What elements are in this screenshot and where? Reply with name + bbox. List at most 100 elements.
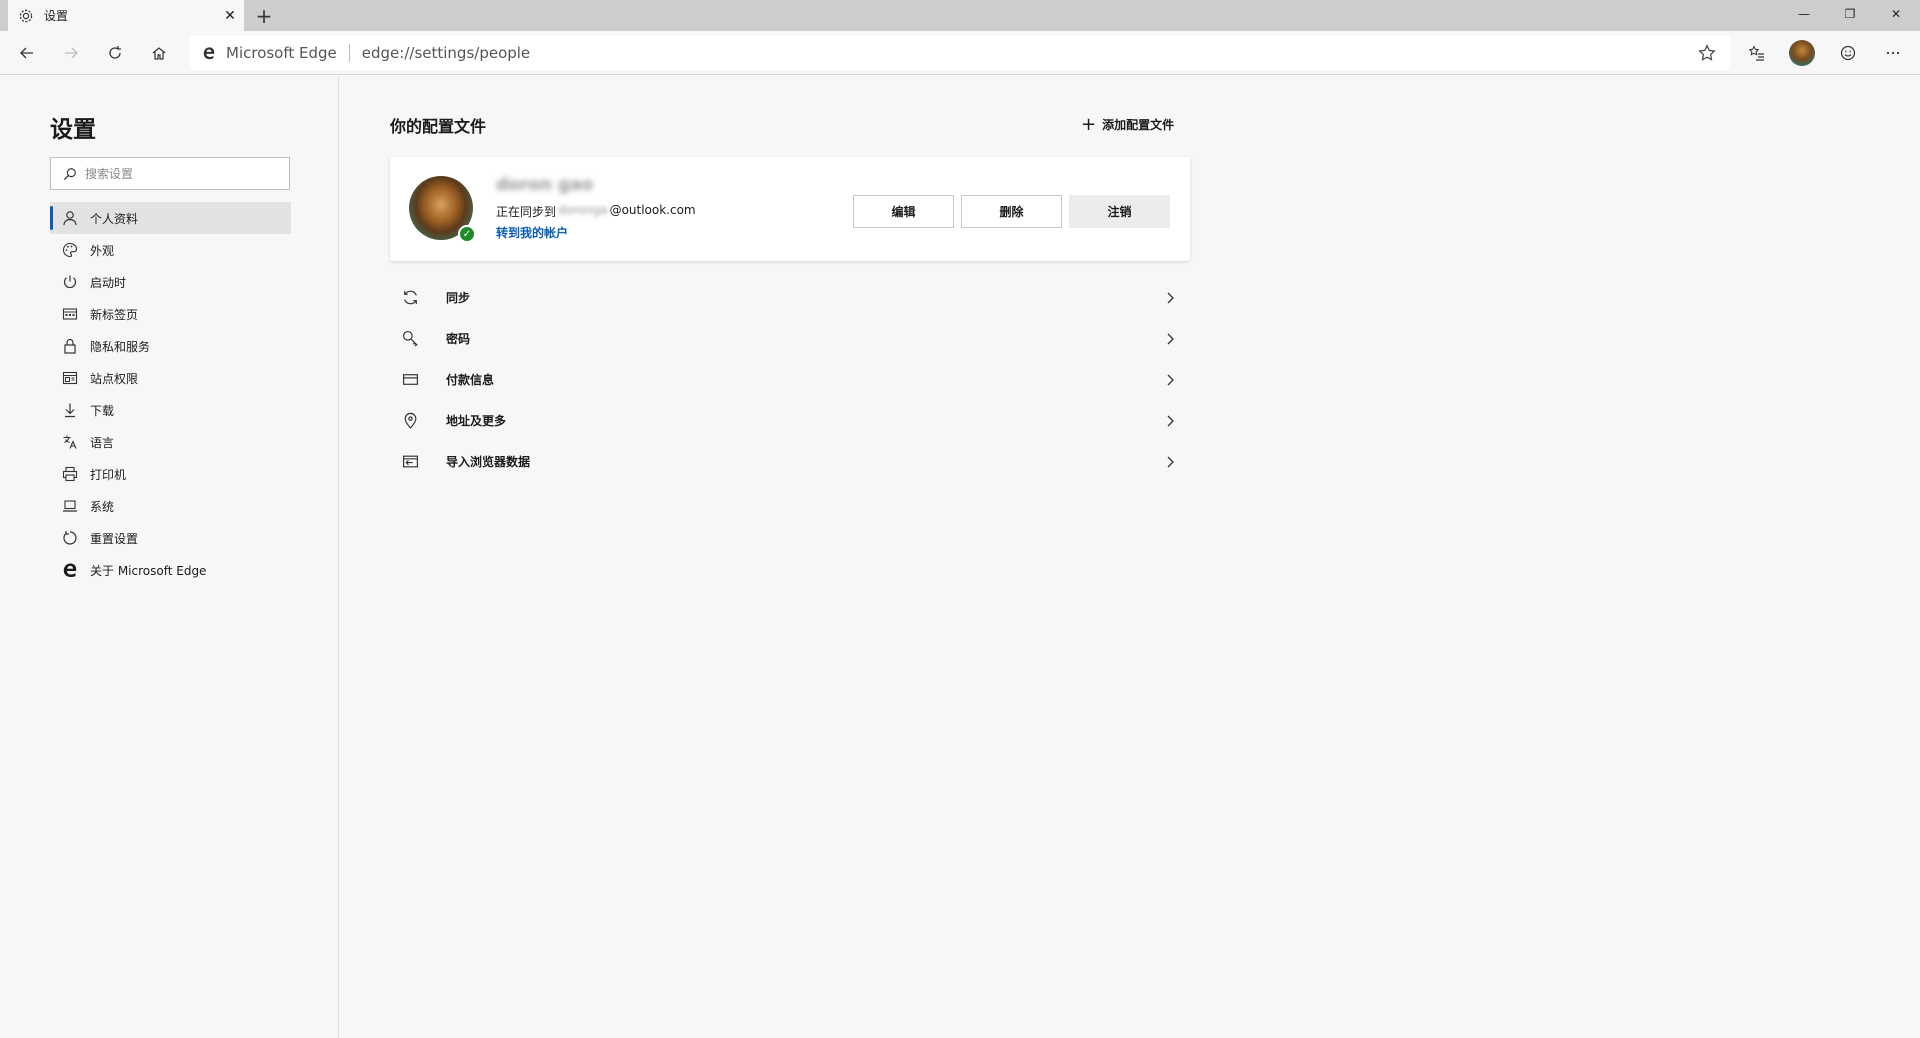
main-content: 你的配置文件 + 添加配置文件 ✓ doron gao 正在同步到 dorong… bbox=[340, 76, 1920, 1038]
site-permissions-icon bbox=[62, 370, 78, 386]
sidebar-item-label: 重置设置 bbox=[90, 531, 139, 546]
ellipsis-icon bbox=[1886, 51, 1900, 55]
settings-sidebar: 设置 搜索设置 个人资料 外观 启动时 新标签页 隐私和服务 站点权限 下载 语… bbox=[0, 76, 339, 1038]
forward-button[interactable] bbox=[56, 38, 86, 68]
sidebar-item-on-startup[interactable]: 启动时 bbox=[50, 266, 291, 298]
sidebar-nav: 个人资料 外观 启动时 新标签页 隐私和服务 站点权限 下载 语言 打印机 系统… bbox=[50, 202, 291, 586]
sidebar-item-privacy[interactable]: 隐私和服务 bbox=[50, 330, 291, 362]
chevron-right-icon bbox=[1162, 454, 1178, 470]
sign-out-button[interactable]: 注销 bbox=[1069, 195, 1170, 228]
page-title: 你的配置文件 bbox=[390, 117, 487, 136]
new-tab-page-icon bbox=[62, 306, 78, 322]
add-profile-label: 添加配置文件 bbox=[1102, 118, 1175, 132]
refresh-button[interactable] bbox=[100, 38, 130, 68]
profile-name: doron gao bbox=[496, 175, 594, 195]
tab-title: 设置 bbox=[44, 9, 69, 23]
back-button[interactable] bbox=[12, 38, 42, 68]
power-icon bbox=[62, 274, 78, 290]
person-icon bbox=[62, 210, 78, 226]
smiley-icon bbox=[1840, 45, 1856, 61]
location-icon bbox=[400, 411, 420, 431]
arrow-left-icon bbox=[20, 47, 33, 59]
chevron-right-icon bbox=[1162, 413, 1178, 429]
reset-icon bbox=[62, 530, 78, 546]
favorite-star-icon[interactable] bbox=[1698, 44, 1716, 62]
sidebar-item-label: 打印机 bbox=[90, 467, 127, 482]
list-item-passwords[interactable]: 密码 bbox=[390, 318, 1190, 359]
sidebar-item-new-tab-page[interactable]: 新标签页 bbox=[50, 298, 291, 330]
list-item-label: 密码 bbox=[446, 332, 471, 346]
list-item-import-data[interactable]: 导入浏览器数据 bbox=[390, 441, 1190, 482]
palette-icon bbox=[62, 242, 78, 258]
chevron-right-icon bbox=[1162, 372, 1178, 388]
site-name: Microsoft Edge bbox=[226, 44, 337, 62]
sidebar-title: 设置 bbox=[50, 117, 96, 143]
sidebar-item-label: 站点权限 bbox=[90, 371, 139, 386]
sidebar-item-about[interactable]: 关于 Microsoft Edge bbox=[50, 554, 291, 586]
refresh-icon bbox=[109, 46, 121, 59]
favorites-button[interactable] bbox=[1742, 38, 1772, 68]
new-tab-button[interactable]: + bbox=[250, 2, 278, 30]
list-item-label: 付款信息 bbox=[446, 373, 495, 387]
sidebar-item-site-permissions[interactable]: 站点权限 bbox=[50, 362, 291, 394]
sidebar-item-downloads[interactable]: 下载 bbox=[50, 394, 291, 426]
sidebar-item-label: 新标签页 bbox=[90, 307, 139, 322]
list-item-payment-info[interactable]: 付款信息 bbox=[390, 359, 1190, 400]
tab-strip: 设置 ✕ + — ❐ ✕ bbox=[0, 0, 1920, 31]
minimize-button[interactable]: — bbox=[1782, 0, 1826, 28]
gear-icon bbox=[18, 8, 34, 24]
lock-icon bbox=[62, 338, 78, 354]
laptop-icon bbox=[62, 498, 78, 514]
close-tab-icon[interactable]: ✕ bbox=[216, 2, 244, 30]
sidebar-item-printers[interactable]: 打印机 bbox=[50, 458, 291, 490]
card-icon bbox=[400, 370, 420, 390]
edit-button[interactable]: 编辑 bbox=[853, 195, 954, 228]
list-item-label: 导入浏览器数据 bbox=[446, 455, 531, 469]
list-item-addresses[interactable]: 地址及更多 bbox=[390, 400, 1190, 441]
sidebar-item-system[interactable]: 系统 bbox=[50, 490, 291, 522]
feedback-button[interactable] bbox=[1833, 38, 1863, 68]
more-menu-button[interactable] bbox=[1878, 38, 1908, 68]
sidebar-item-label: 语言 bbox=[90, 435, 115, 450]
list-item-label: 地址及更多 bbox=[446, 414, 507, 428]
restore-button[interactable]: ❐ bbox=[1828, 0, 1872, 28]
list-item-sync[interactable]: 同步 bbox=[390, 277, 1190, 318]
address-bar[interactable]: Microsoft Edge edge://settings/people bbox=[190, 36, 1730, 70]
sync-email-user: doronga bbox=[558, 203, 608, 217]
plus-icon: + bbox=[1081, 114, 1097, 135]
checkmark-icon: ✓ bbox=[458, 225, 476, 243]
sidebar-item-reset[interactable]: 重置设置 bbox=[50, 522, 291, 554]
home-icon bbox=[152, 47, 166, 60]
sync-status: 正在同步到 doronga @outlook.com bbox=[496, 203, 696, 220]
sync-email-domain: @outlook.com bbox=[609, 203, 696, 217]
tab-settings[interactable]: 设置 ✕ bbox=[8, 0, 244, 31]
chevron-right-icon bbox=[1162, 331, 1178, 347]
manage-account-link[interactable]: 转到我的帐户 bbox=[496, 224, 568, 241]
search-input[interactable]: 搜索设置 bbox=[50, 157, 290, 190]
delete-button[interactable]: 删除 bbox=[961, 195, 1062, 228]
arrow-right-icon bbox=[65, 47, 78, 59]
favorites-icon bbox=[1749, 45, 1764, 61]
profile-avatar-button[interactable] bbox=[1789, 40, 1815, 66]
download-icon bbox=[62, 402, 78, 418]
divider bbox=[348, 44, 350, 62]
sidebar-item-label: 启动时 bbox=[90, 275, 127, 290]
sidebar-item-label: 系统 bbox=[90, 499, 115, 514]
sidebar-item-label: 关于 Microsoft Edge bbox=[90, 563, 207, 578]
url-text[interactable]: edge://settings/people bbox=[362, 44, 530, 62]
add-profile-button[interactable]: + 添加配置文件 bbox=[1081, 114, 1174, 135]
sidebar-item-label: 个人资料 bbox=[90, 211, 139, 226]
sync-icon bbox=[400, 288, 420, 308]
chevron-right-icon bbox=[1162, 290, 1178, 306]
sidebar-item-profiles[interactable]: 个人资料 bbox=[50, 202, 291, 234]
window-close-button[interactable]: ✕ bbox=[1874, 0, 1918, 28]
sync-prefix: 正在同步到 bbox=[496, 205, 557, 219]
sidebar-item-label: 外观 bbox=[90, 243, 115, 258]
sidebar-item-appearance[interactable]: 外观 bbox=[50, 234, 291, 266]
home-button[interactable] bbox=[144, 38, 174, 68]
import-icon bbox=[400, 452, 420, 472]
sidebar-item-languages[interactable]: 语言 bbox=[50, 426, 291, 458]
sidebar-item-label: 隐私和服务 bbox=[90, 339, 151, 354]
toolbar: Microsoft Edge edge://settings/people bbox=[0, 31, 1920, 75]
search-placeholder: 搜索设置 bbox=[85, 167, 134, 181]
